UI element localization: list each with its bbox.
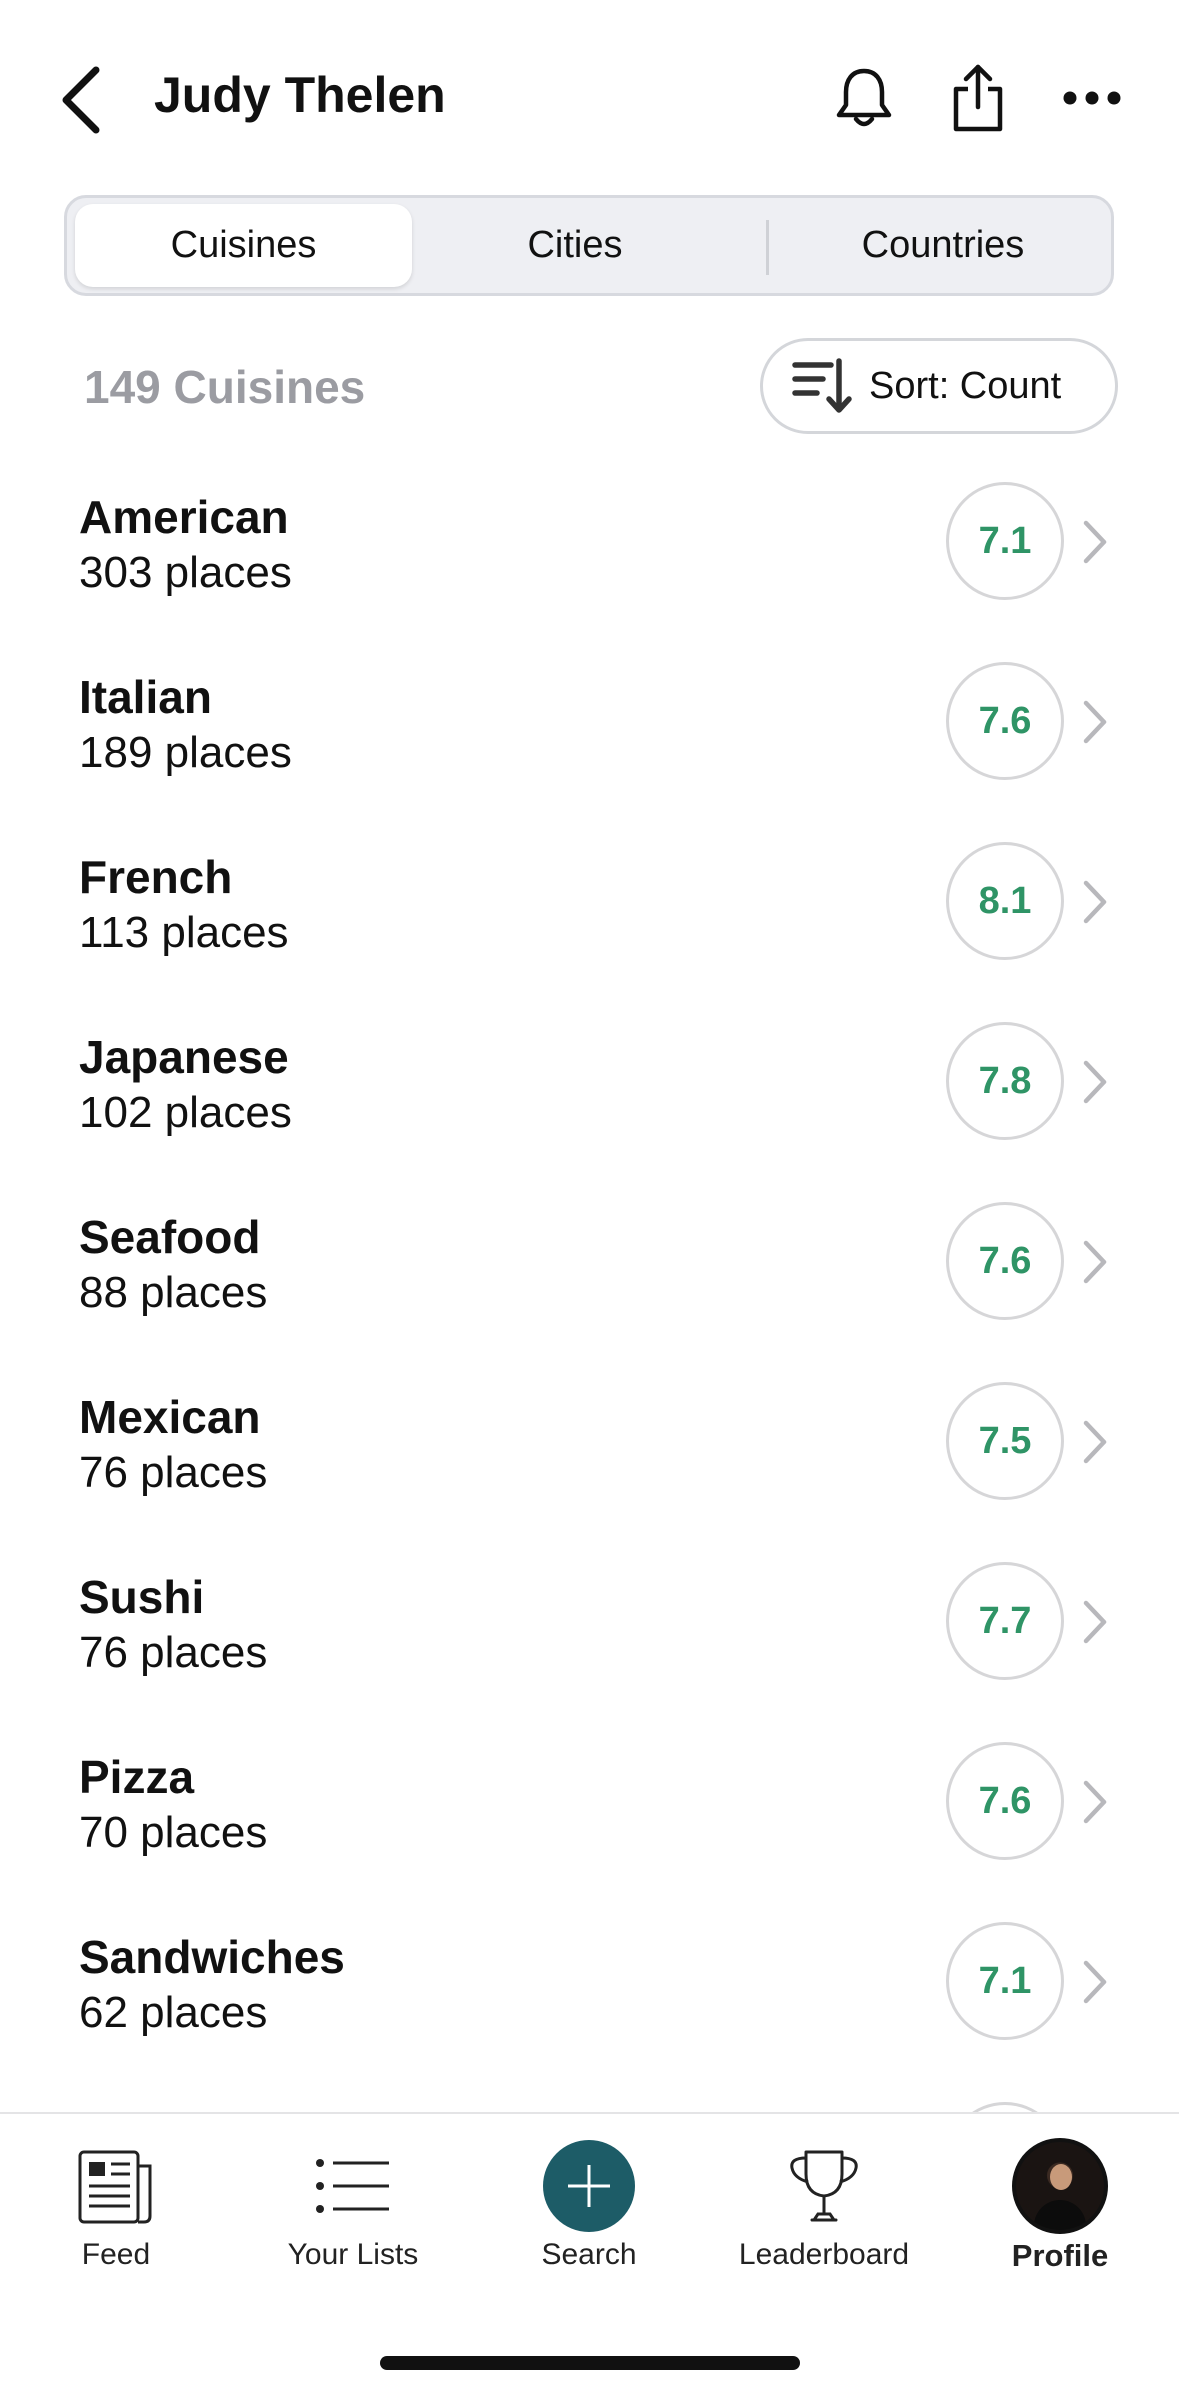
places-count: 88 places bbox=[79, 1268, 268, 1317]
list-item[interactable]: Pizza 70 places 7.6 bbox=[0, 1722, 1179, 1902]
tab-label: Search bbox=[541, 2238, 637, 2271]
score-badge: 7.7 bbox=[946, 1562, 1064, 1680]
tab-label: Leaderboard bbox=[738, 2238, 910, 2271]
chevron-right-icon bbox=[1080, 694, 1110, 750]
segment-divider bbox=[766, 220, 769, 275]
tab-bar: Feed Your Lists Search Leaderboard Profi… bbox=[0, 2112, 1179, 2396]
tab-leaderboard[interactable]: Leaderboard bbox=[714, 2140, 934, 2280]
score-badge: 7.5 bbox=[946, 1382, 1064, 1500]
page-title: Judy Thelen bbox=[154, 67, 446, 123]
share-button[interactable] bbox=[938, 60, 1018, 140]
category-segmented-control: Cuisines Cities Countries bbox=[64, 195, 1114, 296]
places-count: 76 places bbox=[79, 1448, 268, 1497]
chevron-right-icon bbox=[1080, 874, 1110, 930]
chevron-right-icon bbox=[1080, 1594, 1110, 1650]
cuisine-list: American 303 places 7.1 Italian 189 plac… bbox=[0, 462, 1179, 2262]
places-count: 303 places bbox=[79, 548, 292, 597]
tab-label: Feed bbox=[81, 2238, 151, 2271]
tab-profile[interactable]: Profile bbox=[950, 2138, 1170, 2280]
home-indicator bbox=[380, 2356, 800, 2370]
avatar-wrap bbox=[1012, 2138, 1108, 2234]
sort-label: Sort: Count bbox=[869, 364, 1062, 407]
places-count: 62 places bbox=[79, 1988, 268, 2037]
places-count: 70 places bbox=[79, 1808, 268, 1857]
avatar bbox=[1012, 2138, 1108, 2234]
score-badge: 7.1 bbox=[946, 482, 1064, 600]
score-badge: 7.8 bbox=[946, 1022, 1064, 1140]
places-count: 102 places bbox=[79, 1088, 292, 1137]
score-badge: 7.6 bbox=[946, 1202, 1064, 1320]
list-item[interactable]: Sushi 76 places 7.7 bbox=[0, 1542, 1179, 1722]
plus-icon bbox=[543, 2140, 635, 2232]
score-badge: 7.6 bbox=[946, 1742, 1064, 1860]
tab-label: Profile bbox=[1011, 2238, 1109, 2273]
chevron-right-icon bbox=[1080, 1054, 1110, 1110]
cuisine-name: Pizza bbox=[79, 1751, 195, 1803]
places-count: 113 places bbox=[79, 908, 289, 957]
list-item[interactable]: Sandwiches 62 places 7.1 bbox=[0, 1902, 1179, 2082]
trophy-icon bbox=[784, 2140, 864, 2232]
list-item[interactable]: American 303 places 7.1 bbox=[0, 462, 1179, 642]
score-badge: 7.6 bbox=[946, 662, 1064, 780]
chevron-right-icon bbox=[1080, 514, 1110, 570]
cuisine-count: 149 Cuisines bbox=[84, 361, 366, 413]
tab-feed[interactable]: Feed bbox=[6, 2140, 226, 2280]
notifications-button[interactable] bbox=[824, 60, 904, 140]
cuisine-name: Seafood bbox=[79, 1211, 261, 1263]
more-horizontal-icon bbox=[1062, 90, 1122, 111]
search-tab-icon-wrap bbox=[543, 2140, 635, 2232]
segment-cuisines[interactable]: Cuisines bbox=[75, 204, 412, 287]
score-badge: 8.1 bbox=[946, 842, 1064, 960]
tab-your-lists[interactable]: Your Lists bbox=[243, 2140, 463, 2280]
list-item[interactable]: Seafood 88 places 7.6 bbox=[0, 1182, 1179, 1362]
sort-descending-icon bbox=[789, 356, 855, 416]
share-icon bbox=[950, 63, 1006, 138]
segment-cities[interactable]: Cities bbox=[405, 204, 745, 287]
places-count: 76 places bbox=[79, 1628, 268, 1677]
list-item[interactable]: Mexican 76 places 7.5 bbox=[0, 1362, 1179, 1542]
list-item[interactable]: Japanese 102 places 7.8 bbox=[0, 1002, 1179, 1182]
cuisine-name: Sandwiches bbox=[79, 1931, 345, 1983]
chevron-right-icon bbox=[1080, 1414, 1110, 1470]
bell-icon bbox=[834, 65, 894, 136]
list-icon bbox=[315, 2140, 391, 2232]
back-button[interactable] bbox=[58, 62, 118, 142]
segment-countries[interactable]: Countries bbox=[773, 204, 1113, 287]
places-count: 189 places bbox=[79, 728, 292, 777]
more-button[interactable] bbox=[1052, 60, 1132, 140]
chevron-left-icon bbox=[58, 65, 102, 140]
cuisine-name: Sushi bbox=[79, 1571, 205, 1623]
list-item[interactable]: Italian 189 places 7.6 bbox=[0, 642, 1179, 822]
newspaper-icon bbox=[76, 2140, 156, 2232]
cuisine-name: American bbox=[79, 491, 289, 543]
header: Judy Thelen bbox=[0, 0, 1179, 190]
cuisine-name: Japanese bbox=[79, 1031, 289, 1083]
score-badge: 7.1 bbox=[946, 1922, 1064, 2040]
chevron-right-icon bbox=[1080, 1954, 1110, 2010]
tab-label: Your Lists bbox=[287, 2238, 419, 2271]
cuisine-name: Italian bbox=[79, 671, 212, 723]
list-item[interactable]: French 113 places 8.1 bbox=[0, 822, 1179, 1002]
cuisine-name: French bbox=[79, 851, 233, 903]
tab-search[interactable]: Search bbox=[479, 2140, 699, 2280]
chevron-right-icon bbox=[1080, 1774, 1110, 1830]
sort-button[interactable]: Sort: Count bbox=[760, 338, 1118, 434]
chevron-right-icon bbox=[1080, 1234, 1110, 1290]
cuisine-name: Mexican bbox=[79, 1391, 261, 1443]
